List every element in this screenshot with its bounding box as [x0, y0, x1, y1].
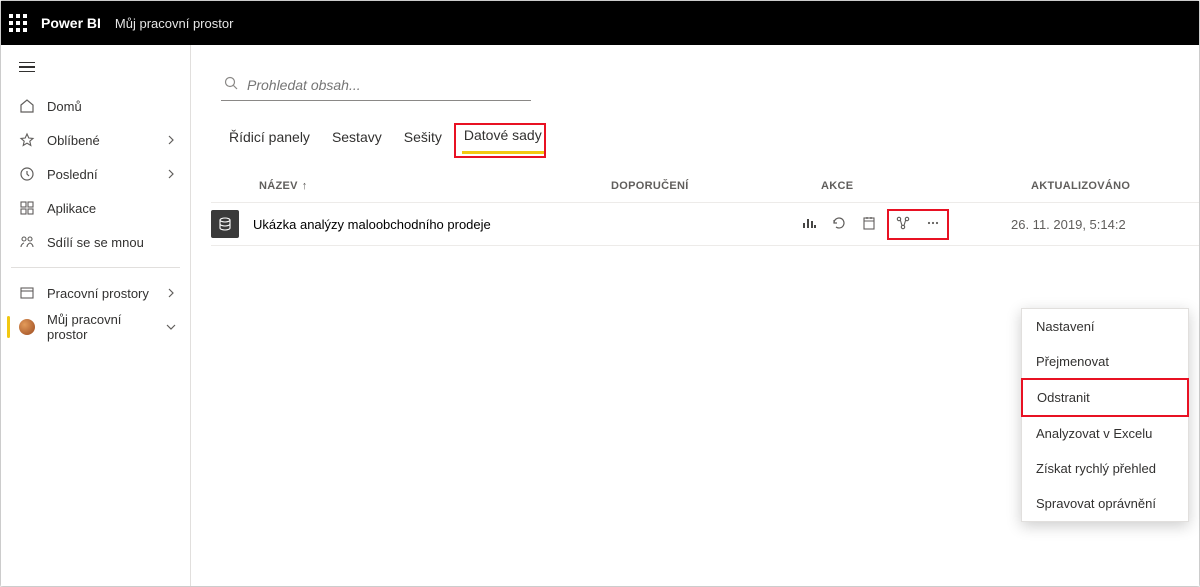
sidebar-separator	[11, 267, 180, 268]
top-bar: Power BI Můj pracovní prostor	[1, 1, 1199, 45]
sidebar-item-label: Oblíbené	[47, 133, 154, 148]
search-box[interactable]	[221, 71, 531, 101]
row-actions	[801, 209, 1011, 240]
row-name-text: Ukázka analýzy maloobchodního prodeje	[253, 217, 491, 232]
sidebar-item-label: Poslední	[47, 167, 154, 182]
sidebar-item-label: Pracovní prostory	[47, 286, 154, 301]
sidebar: Domů Oblíbené Poslední Aplikace Sdílí se…	[1, 45, 191, 586]
sort-asc-icon: ↑	[302, 180, 308, 192]
sidebar-item-shared[interactable]: Sdílí se se mnou	[1, 225, 190, 259]
app-launcher-icon[interactable]	[9, 14, 27, 32]
col-actions: AKCE	[821, 180, 1031, 192]
sidebar-item-favorites[interactable]: Oblíbené	[1, 123, 190, 157]
tab-dashboards[interactable]: Řídicí panely	[227, 129, 312, 158]
tab-datasets[interactable]: Datové sady	[462, 127, 544, 154]
sidebar-item-home[interactable]: Domů	[1, 89, 190, 123]
col-updated[interactable]: AKTUALIZOVÁNO	[1031, 180, 1199, 192]
sidebar-item-recent[interactable]: Poslední	[1, 157, 190, 191]
chevron-right-icon	[166, 167, 176, 182]
menu-settings[interactable]: Nastavení	[1022, 309, 1188, 344]
menu-delete[interactable]: Odstranit	[1021, 378, 1189, 417]
hamburger-icon	[19, 62, 35, 72]
dataset-icon	[211, 210, 239, 238]
search-input[interactable]	[247, 77, 529, 93]
row-updated-text: 26. 11. 2019, 5:14:2	[1011, 217, 1199, 232]
table-row[interactable]: Ukázka analýzy maloobchodního prodeje 26…	[211, 202, 1199, 246]
share-icon	[19, 234, 35, 250]
chevron-right-icon	[166, 286, 176, 301]
col-name[interactable]: NÁZEV ↑	[231, 180, 611, 192]
sidebar-item-label: Můj pracovní prostor	[47, 312, 154, 342]
clock-icon	[19, 166, 35, 182]
sidebar-item-label: Aplikace	[47, 201, 176, 216]
chevron-right-icon	[166, 133, 176, 148]
schedule-refresh-icon[interactable]	[861, 215, 877, 234]
refresh-icon[interactable]	[831, 215, 847, 234]
sidebar-item-my-workspace[interactable]: Můj pracovní prostor	[1, 310, 190, 344]
main-content: Řídicí panely Sestavy Sešity Datové sady…	[191, 45, 1199, 586]
menu-toggle[interactable]	[1, 45, 190, 89]
highlight-box	[887, 209, 949, 240]
menu-quick-insights[interactable]: Získat rychlý přehled	[1022, 451, 1188, 486]
sidebar-item-workspaces[interactable]: Pracovní prostory	[1, 276, 190, 310]
search-icon	[223, 75, 239, 94]
apps-icon	[19, 200, 35, 216]
menu-rename[interactable]: Přejmenovat	[1022, 344, 1188, 379]
brand-name: Power BI	[41, 15, 101, 31]
sidebar-item-label: Sdílí se se mnou	[47, 235, 176, 250]
tabs: Řídicí panely Sestavy Sešity Datové sady	[227, 129, 1199, 158]
col-name-label: NÁZEV	[259, 180, 298, 192]
home-icon	[19, 98, 35, 114]
column-headers: NÁZEV ↑ DOPORUČENÍ AKCE AKTUALIZOVÁNO	[231, 180, 1199, 192]
sidebar-item-apps[interactable]: Aplikace	[1, 191, 190, 225]
context-menu: Nastavení Přejmenovat Odstranit Analyzov…	[1021, 308, 1189, 522]
highlight-box: Datové sady	[454, 123, 546, 158]
tab-workbooks[interactable]: Sešity	[402, 129, 444, 158]
create-report-icon[interactable]	[801, 215, 817, 234]
menu-analyze-excel[interactable]: Analyzovat v Excelu	[1022, 416, 1188, 451]
chevron-down-icon	[166, 320, 176, 335]
more-options-icon[interactable]	[925, 215, 941, 234]
tab-reports[interactable]: Sestavy	[330, 129, 384, 158]
workspaces-icon	[19, 285, 35, 301]
view-related-icon[interactable]	[895, 215, 911, 234]
star-icon	[19, 132, 35, 148]
col-endorsement[interactable]: DOPORUČENÍ	[611, 180, 821, 192]
workspace-title: Můj pracovní prostor	[115, 16, 234, 31]
avatar-icon	[19, 319, 35, 335]
sidebar-item-label: Domů	[47, 99, 176, 114]
menu-manage-permissions[interactable]: Spravovat oprávnění	[1022, 486, 1188, 521]
